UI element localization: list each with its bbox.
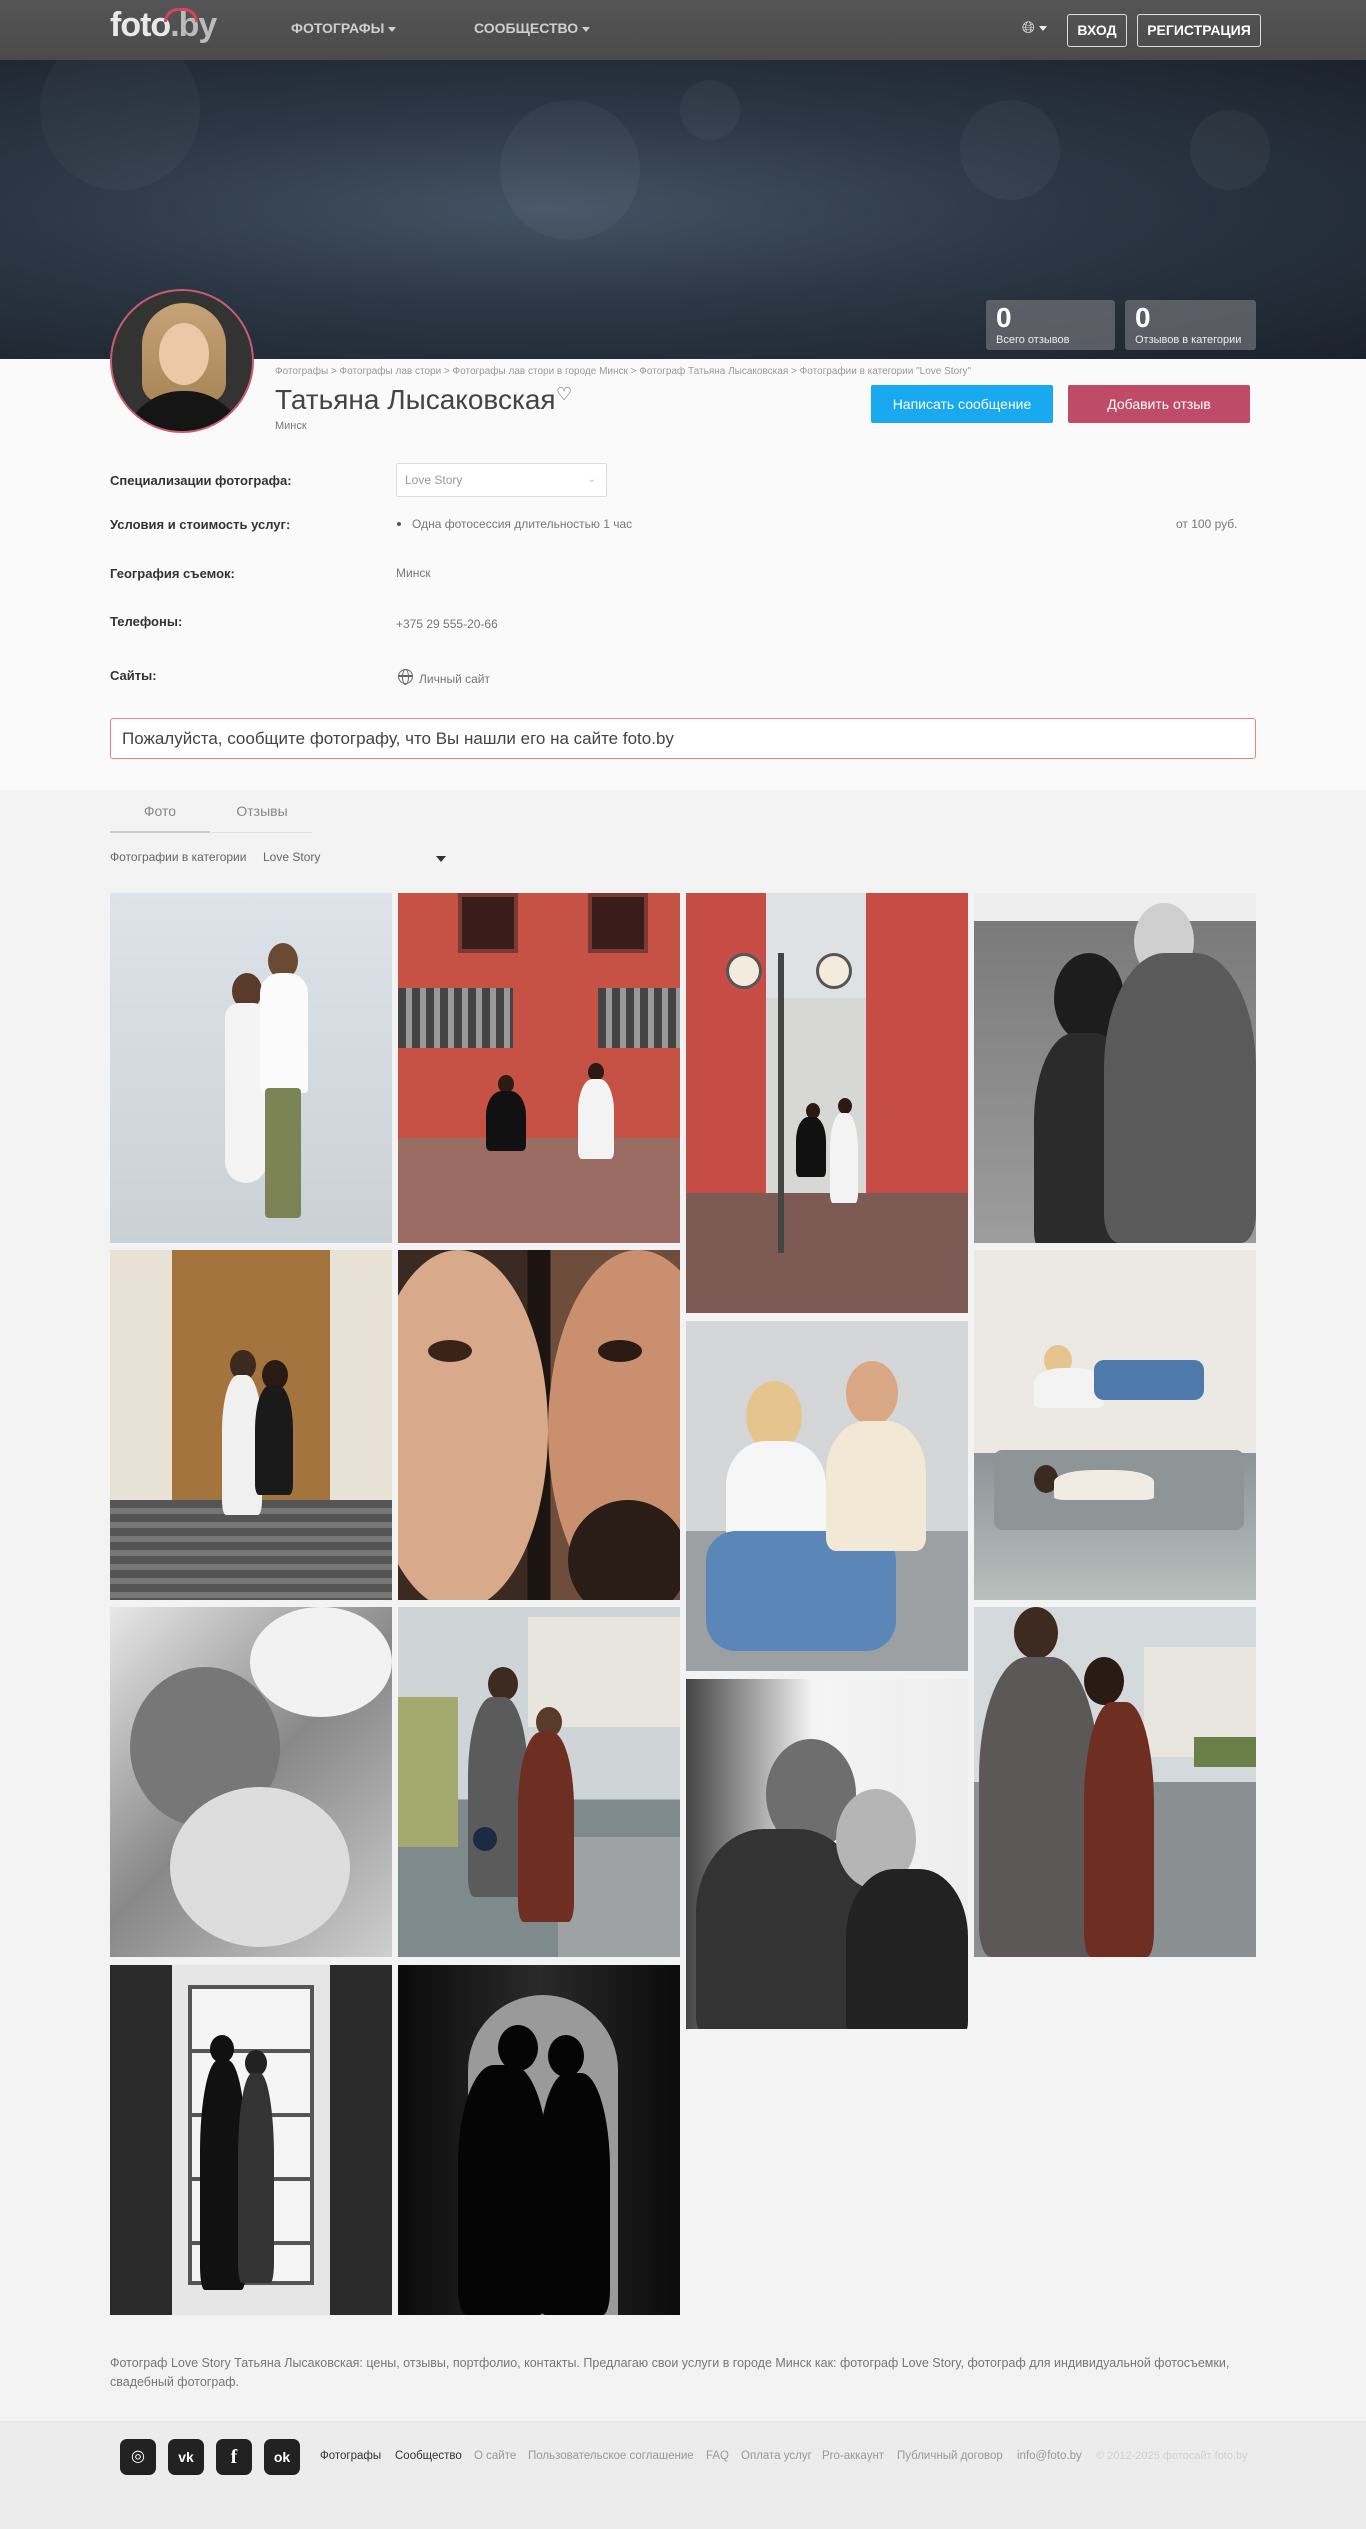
- service-item: Одна фотосессия длительностью 1 час: [412, 517, 633, 531]
- gallery-photo[interactable]: [974, 1250, 1256, 1600]
- bullet-icon: [397, 522, 401, 526]
- footer-link-community[interactable]: Сообщество: [395, 2450, 462, 2462]
- tab-reviews[interactable]: Отзывы: [212, 793, 312, 833]
- geo-label: География съемок:: [110, 566, 235, 581]
- chevron-down-icon: [582, 26, 591, 32]
- footer-link-faq[interactable]: FAQ: [706, 2450, 729, 2462]
- nav-community[interactable]: СООБЩЕСТВО: [474, 20, 591, 36]
- footer-link-payment[interactable]: Оплата услуг: [741, 2450, 812, 2462]
- register-button[interactable]: РЕГИСТРАЦИЯ: [1137, 14, 1261, 47]
- gallery-photo[interactable]: [110, 1965, 392, 2315]
- footer-link-terms[interactable]: Пользовательское соглашение: [528, 2450, 694, 2462]
- phone-value[interactable]: +375 29 555-20-66: [396, 617, 498, 631]
- footer-link-contract[interactable]: Публичный договор: [897, 2450, 1003, 2462]
- phones-label: Телефоны:: [110, 614, 183, 629]
- footer: [0, 2421, 1366, 2529]
- globe-icon: 🌐︎: [1022, 20, 1035, 37]
- avatar: [110, 289, 254, 433]
- language-button[interactable]: 🌐︎: [1022, 20, 1047, 38]
- gallery-photo[interactable]: [398, 893, 680, 1243]
- write-message-button[interactable]: Написать сообщение: [871, 385, 1053, 423]
- chevron-down-icon[interactable]: [436, 856, 446, 862]
- top-navbar: foto.by ФОТОГРАФЫ СООБЩЕСТВО 🌐︎ ВХОД РЕГ…: [0, 0, 1366, 60]
- gallery-photo[interactable]: [110, 893, 392, 1243]
- instagram-icon[interactable]: ◎: [120, 2439, 156, 2475]
- chevron-down-icon: [388, 26, 397, 32]
- gallery-photo[interactable]: [398, 1607, 680, 1957]
- category-filter-select[interactable]: Love Story: [263, 850, 320, 864]
- footer-link-pro[interactable]: Pro-аккаунт: [822, 2450, 884, 2462]
- gallery-photo[interactable]: [110, 1250, 392, 1600]
- gallery-photo[interactable]: [110, 1607, 392, 1957]
- tab-photos[interactable]: Фото: [110, 793, 210, 833]
- notice-banner: Пожалуйста, сообщите фотографу, что Вы н…: [110, 718, 1256, 759]
- gallery-photo[interactable]: [398, 1250, 680, 1600]
- add-review-button[interactable]: Добавить отзыв: [1068, 385, 1250, 423]
- gallery-photo[interactable]: [974, 1607, 1256, 1957]
- copyright: © 2012-2025 фотосайт foto.by: [1096, 2450, 1248, 2462]
- footer-link-photographers[interactable]: Фотографы: [320, 2450, 381, 2462]
- login-button[interactable]: ВХОД: [1067, 14, 1127, 47]
- service-price: от 100 руб.: [1176, 517, 1238, 531]
- globe-icon: [398, 669, 413, 685]
- photographer-city: Минск: [275, 420, 307, 432]
- footer-link-email[interactable]: info@foto.by: [1017, 2450, 1082, 2462]
- nav-photographers[interactable]: ФОТОГРАФЫ: [291, 20, 397, 36]
- chevron-down-icon: ⌄: [587, 474, 596, 485]
- gallery-photo[interactable]: [686, 1679, 968, 2029]
- stat-category-reviews: 0 Отзывов в категории: [1125, 300, 1256, 350]
- services-label: Условия и стоимость услуг:: [110, 517, 291, 532]
- chevron-down-icon: [1038, 26, 1047, 32]
- sites-label: Сайты:: [110, 668, 157, 683]
- specialization-select[interactable]: Love Story ⌄: [396, 463, 607, 497]
- odnoklassniki-icon[interactable]: ok: [264, 2439, 300, 2475]
- vk-icon[interactable]: vk: [168, 2439, 204, 2475]
- gallery-photo[interactable]: [686, 1321, 968, 1671]
- seo-description: Фотограф Love Story Татьяна Лысаковская:…: [110, 2356, 1230, 2389]
- filter-label: Фотографии в категории: [110, 850, 247, 864]
- spec-label: Специализации фотографа:: [110, 473, 292, 488]
- geo-value: Минск: [396, 566, 431, 580]
- footer-link-about[interactable]: О сайте: [474, 2450, 516, 2462]
- photographer-name: Татьяна Лысаковская: [275, 384, 556, 415]
- stat-total-reviews: 0 Всего отзывов: [986, 300, 1115, 350]
- heart-icon[interactable]: ♡: [556, 384, 572, 405]
- gallery-photo[interactable]: [398, 1965, 680, 2315]
- site-logo[interactable]: foto.by: [110, 6, 217, 45]
- gallery-photo[interactable]: [974, 893, 1256, 1243]
- facebook-icon[interactable]: f: [216, 2439, 252, 2475]
- personal-site-link[interactable]: Личный сайт: [419, 672, 490, 686]
- gallery-photo[interactable]: [686, 893, 968, 1313]
- breadcrumb[interactable]: Фотографы > Фотографы лав стори > Фотогр…: [275, 366, 971, 377]
